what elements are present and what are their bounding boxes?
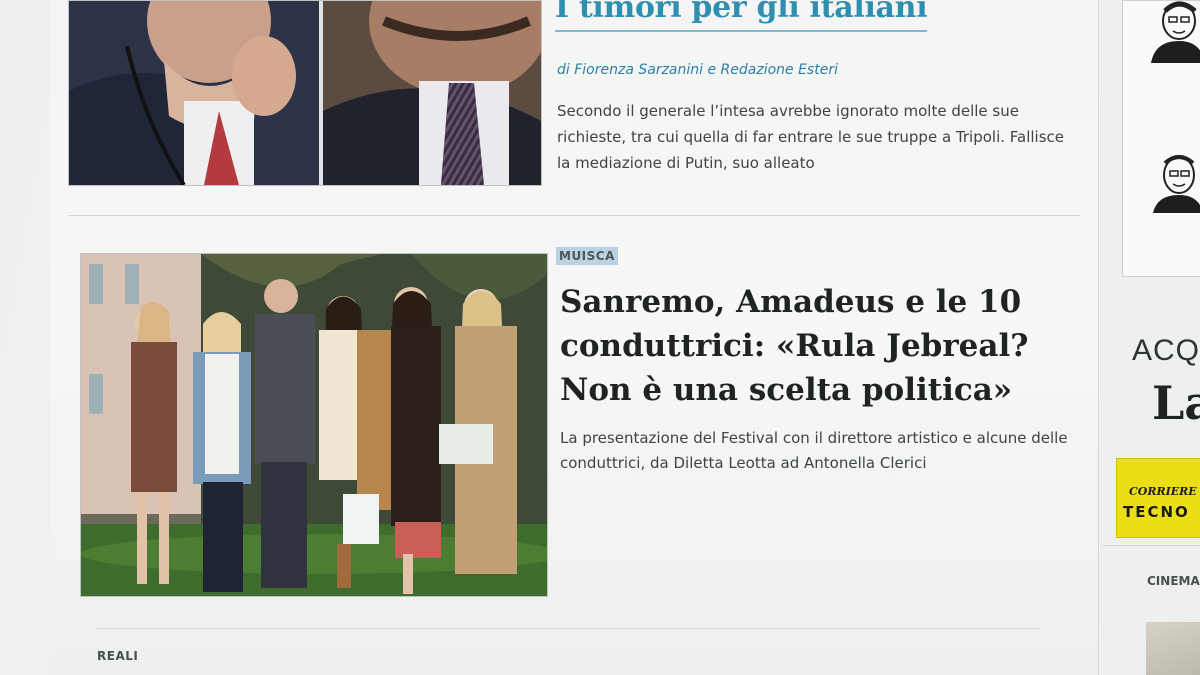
second-story-photo-image [81,254,547,596]
top-story-photo-image [69,1,541,185]
second-story-photo[interactable] [80,253,548,597]
badge-brand: CORRIERE D [1129,485,1200,498]
right-divider [1102,545,1200,546]
top-story-byline[interactable]: di Fiorenza Sarzanini e Redazione Esteri [557,62,838,78]
badge-title: TECNO [1123,503,1190,521]
story-divider [68,215,1080,216]
top-story-photo[interactable] [68,0,542,186]
top-story-title[interactable]: I timori per gli italiani [555,0,928,32]
browser-viewport: I timori per gli italiani di Fiorenza Sa… [0,0,1200,675]
cinema-label[interactable]: CINEMA [1147,574,1200,588]
next-section-label[interactable]: REALI [97,649,138,663]
second-story-title[interactable]: Sanremo, Amadeus e le 10 conduttrici: «R… [560,280,1080,412]
columnist-box [1122,0,1200,277]
section-tag[interactable]: MUISCA [556,247,618,265]
second-story-summary: La presentazione del Festival con il dir… [560,429,1068,472]
promo-subheading[interactable]: La [1152,376,1200,430]
columnist-avatar[interactable] [1145,1,1200,63]
section-divider [96,628,1040,629]
tecnologia-badge[interactable]: CORRIERE D TECNO [1116,458,1200,538]
top-story-summary: Secondo il generale l’intesa avrebbe ign… [557,102,1065,172]
cinema-thumbnail[interactable] [1146,622,1200,675]
promo-heading[interactable]: ACQ [1132,334,1200,368]
columnist-avatar[interactable] [1145,151,1200,213]
